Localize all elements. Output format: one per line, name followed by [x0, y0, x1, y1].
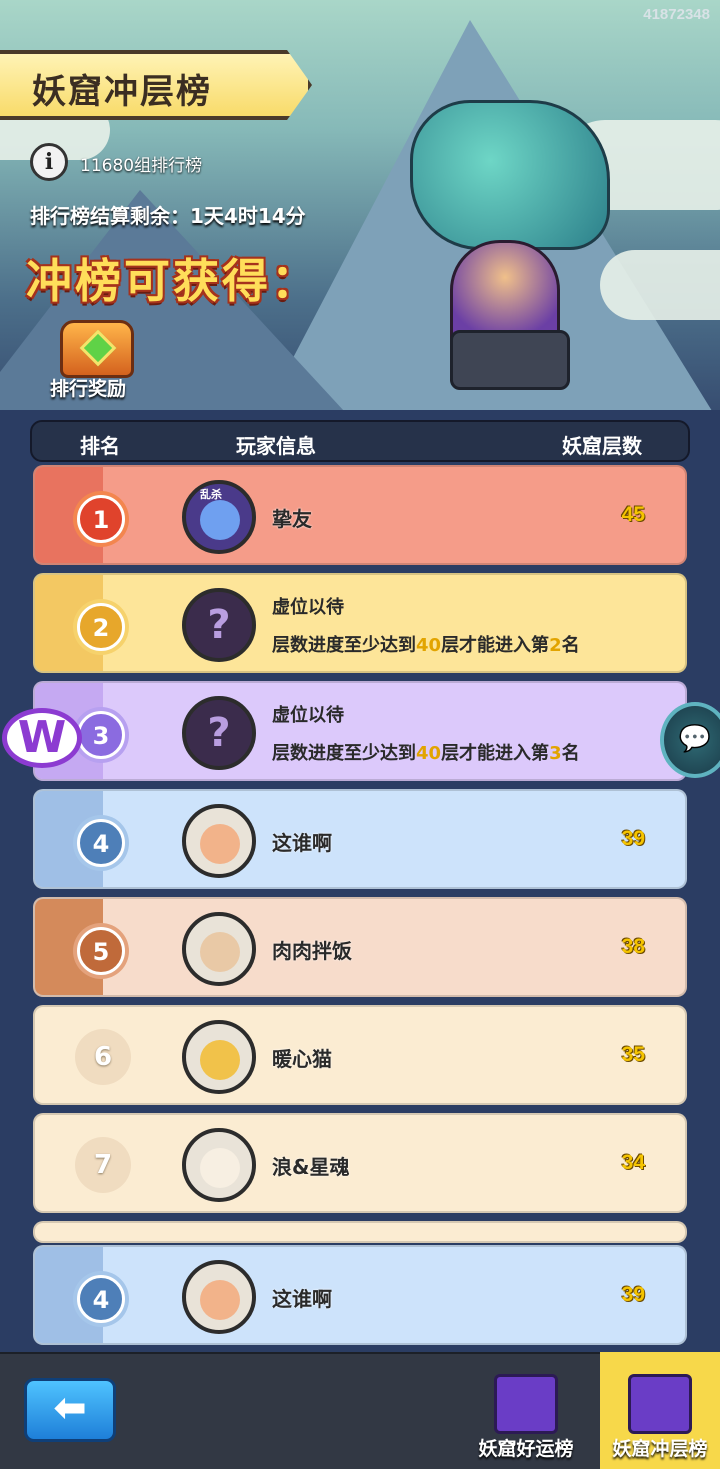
rank-number: 6: [75, 1029, 131, 1085]
rank-reward-label[interactable]: 排行奖励: [50, 374, 126, 401]
question-mark-icon: ?: [182, 696, 256, 770]
floor-count: 35: [621, 1043, 645, 1066]
header-player: 玩家信息: [236, 434, 316, 458]
reward-heading: 冲榜可获得：: [26, 254, 320, 308]
arrow-left-icon: ⬅: [53, 1385, 87, 1431]
page-title: 妖窟冲层榜: [32, 72, 212, 112]
vacant-title: 虚位以待: [272, 597, 344, 618]
table-row[interactable]: 1 乱杀 挚友 45: [33, 465, 687, 565]
build-id: 41872348: [643, 6, 710, 23]
vacant-requirement: 层数进度至少达到40层才能进入第3名: [272, 743, 580, 764]
floor-count: 34: [621, 1151, 645, 1174]
avatar[interactable]: [182, 912, 256, 986]
my-rank-row[interactable]: 4 这谁啊 39: [33, 1245, 687, 1345]
podium-icon: [494, 1374, 558, 1434]
table-row-partial: [33, 1221, 687, 1243]
tab-label: 妖窟好运榜: [478, 1438, 574, 1460]
avatar[interactable]: [182, 804, 256, 878]
rank-number: 7: [75, 1137, 131, 1193]
table-row[interactable]: 6 暖心猫 35: [33, 1005, 687, 1105]
rank-medal-icon: 5: [77, 927, 125, 975]
rank-medal-icon: 4: [77, 1275, 125, 1323]
floor-count: 38: [621, 935, 645, 958]
tab-floor-ranking[interactable]: 妖窟冲层榜: [600, 1352, 720, 1469]
table-row[interactable]: 2 ? 虚位以待 层数进度至少达到40层才能进入第2名: [33, 573, 687, 673]
header-rank: 排名: [80, 434, 120, 458]
hero-illustration: [400, 90, 630, 400]
avatar[interactable]: [182, 1020, 256, 1094]
table-row[interactable]: 5 肉肉拌饭 38: [33, 897, 687, 997]
tab-luck-ranking[interactable]: 妖窟好运榜: [466, 1352, 586, 1469]
chat-bubble-icon[interactable]: 💬: [660, 702, 720, 778]
player-name: 暖心猫: [272, 1047, 332, 1071]
vacant-requirement: 层数进度至少达到40层才能进入第2名: [272, 635, 580, 656]
avatar[interactable]: [182, 1128, 256, 1202]
rank-medal-icon: 4: [77, 819, 125, 867]
floor-count: 45: [621, 503, 645, 526]
podium-crown-icon: [628, 1374, 692, 1434]
info-icon[interactable]: i: [30, 143, 68, 181]
rank-medal-icon: 2: [77, 603, 125, 651]
floor-count: 39: [621, 827, 645, 850]
table-row[interactable]: 4 这谁啊 39: [33, 789, 687, 889]
table-row[interactable]: 7 浪&星魂 34: [33, 1113, 687, 1213]
player-name: 肉肉拌饭: [272, 939, 352, 963]
rank-medal-icon: 3: [77, 711, 125, 759]
dragon-monster-icon: [410, 100, 610, 250]
rock-icon: [450, 330, 570, 390]
player-name: 这谁啊: [272, 831, 332, 855]
settlement-countdown: 排行榜结算剩余：1天4时14分: [30, 204, 306, 228]
tab-label: 妖窟冲层榜: [612, 1438, 708, 1460]
avatar-badge: 乱杀: [200, 488, 222, 501]
header-floors: 妖窟层数: [562, 434, 642, 458]
floor-count: 39: [621, 1283, 645, 1306]
back-button[interactable]: ⬅: [24, 1378, 116, 1442]
avatar[interactable]: [182, 1260, 256, 1334]
player-name: 这谁啊: [272, 1287, 332, 1311]
table-row[interactable]: 3 ? 虚位以待 层数进度至少达到40层才能进入第3名: [33, 681, 687, 781]
question-mark-icon: ?: [182, 588, 256, 662]
rank-medal-icon: 1: [77, 495, 125, 543]
vacant-title: 虚位以待: [272, 705, 344, 726]
floating-logo-button[interactable]: W: [2, 708, 82, 768]
player-name: 浪&星魂: [272, 1155, 350, 1179]
avatar[interactable]: 乱杀: [182, 480, 256, 554]
leaderboard-header: 排名 玩家信息 妖窟层数: [30, 420, 690, 462]
group-label: 11680组排行榜: [80, 156, 203, 176]
player-name: 挚友: [272, 507, 312, 531]
